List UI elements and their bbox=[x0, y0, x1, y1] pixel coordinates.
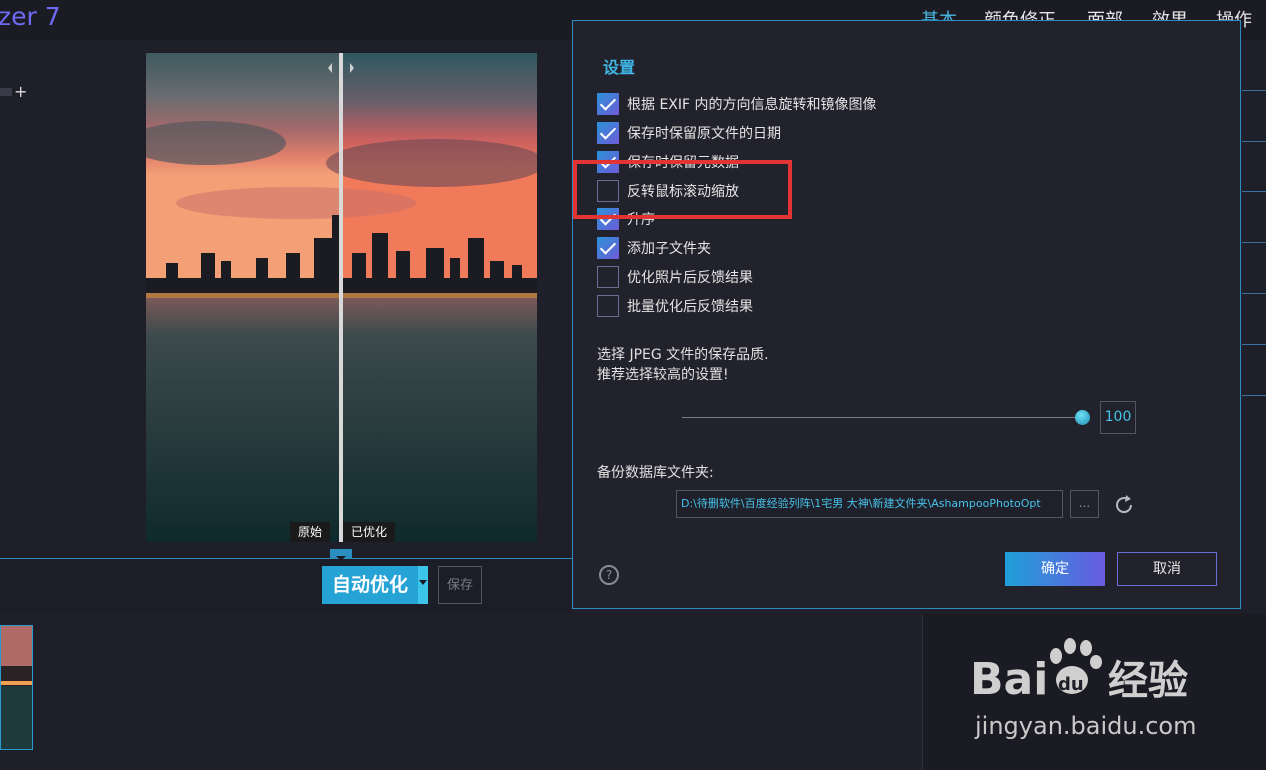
watermark-url: jingyan.baidu.com bbox=[975, 712, 1197, 740]
svg-text:du: du bbox=[1058, 674, 1084, 695]
action-bar bbox=[0, 559, 573, 614]
zoom-slider-fragment[interactable] bbox=[0, 88, 12, 96]
quality-value-input[interactable]: 100 bbox=[1100, 401, 1136, 434]
jpeg-quality-hint: 推荐选择较高的设置! bbox=[597, 367, 729, 383]
auto-optimize-button[interactable]: 自动优化 bbox=[322, 566, 418, 604]
reset-icon[interactable] bbox=[1111, 492, 1137, 518]
svg-text:Bai: Bai bbox=[970, 654, 1048, 705]
option-label: 根据 EXIF 内的方向信息旋转和镜像图像 bbox=[627, 97, 877, 113]
divider bbox=[1242, 90, 1266, 91]
help-icon[interactable]: ? bbox=[599, 565, 619, 585]
app-title: zer 7 bbox=[0, 2, 61, 31]
option-label: 批量优化后反馈结果 bbox=[627, 299, 753, 315]
cancel-button[interactable]: 取消 bbox=[1117, 552, 1217, 586]
checkbox[interactable] bbox=[597, 122, 619, 144]
chevron-down-icon bbox=[419, 580, 427, 585]
option-label: 优化照片后反馈结果 bbox=[627, 270, 753, 286]
auto-optimize-dropdown[interactable] bbox=[418, 566, 428, 604]
thumbnail[interactable] bbox=[0, 625, 33, 750]
optimized-label: 已优化 bbox=[343, 522, 396, 542]
browse-button[interactable]: ... bbox=[1070, 490, 1099, 518]
jpeg-quality-description: 选择 JPEG 文件的保存品质. bbox=[597, 347, 769, 363]
checkbox[interactable] bbox=[597, 295, 619, 317]
ok-button[interactable]: 确定 bbox=[1005, 552, 1105, 586]
checkbox[interactable] bbox=[597, 266, 619, 288]
divider bbox=[1242, 293, 1266, 294]
settings-dialog: 设置 根据 EXIF 内的方向信息旋转和镜像图像 保存时保留原文件的日期 保存时… bbox=[572, 20, 1241, 609]
plus-icon[interactable]: + bbox=[14, 82, 27, 101]
divider bbox=[1242, 141, 1266, 142]
backup-folder-label: 备份数据库文件夹: bbox=[597, 465, 714, 481]
dialog-title: 设置 bbox=[603, 58, 636, 77]
save-button[interactable]: 保存 bbox=[438, 566, 482, 604]
checkbox[interactable] bbox=[597, 93, 619, 115]
backup-path-input[interactable]: D:\待删软件\百度经验列阵\1宅男 大神\新建文件夹\AshampooPhot… bbox=[676, 490, 1063, 518]
quality-slider[interactable] bbox=[682, 417, 1082, 418]
svg-text:经验: 经验 bbox=[1108, 658, 1188, 704]
option-label: 保存时保留原文件的日期 bbox=[627, 126, 781, 142]
photo-preview[interactable] bbox=[146, 53, 537, 542]
divider bbox=[1242, 395, 1266, 396]
quality-slider-handle[interactable] bbox=[1075, 410, 1090, 425]
divider bbox=[1242, 242, 1266, 243]
divider bbox=[1242, 191, 1266, 192]
highlight-box bbox=[573, 160, 792, 219]
divider bbox=[1242, 344, 1266, 345]
option-label: 添加子文件夹 bbox=[627, 241, 711, 257]
original-label: 原始 bbox=[290, 522, 331, 542]
checkbox[interactable] bbox=[597, 237, 619, 259]
